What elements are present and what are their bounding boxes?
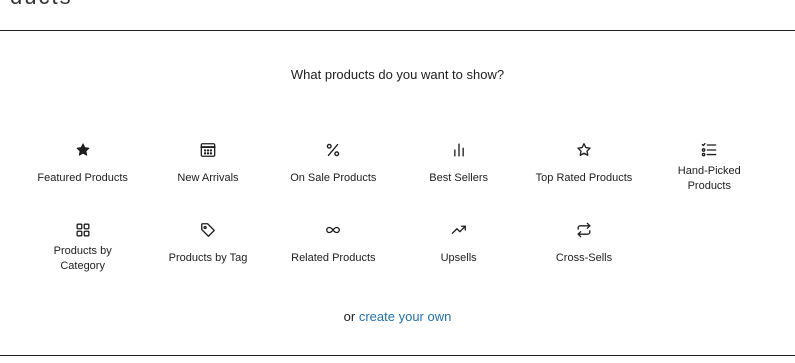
tag-icon [196,218,220,242]
category-grid-icon [71,218,95,242]
top-divider [0,30,795,31]
option-top-rated-products[interactable]: Top Rated Products [521,138,646,218]
option-upsells[interactable]: Upsells [396,218,521,298]
repeat-arrows-icon [572,218,596,242]
options-grid: Featured Products New Arrivals On Sale P… [20,138,772,298]
option-new-arrivals[interactable]: New Arrivals [145,138,270,218]
option-hand-picked-products[interactable]: Hand-Picked Products [647,138,772,218]
heading-remnant: ducts [10,0,73,8]
calendar-icon [196,138,220,162]
option-label: Products by Tag [168,252,248,264]
option-label: Featured Products [37,172,128,184]
question-text: What products do you want to show? [290,67,505,82]
checklist-icon [697,138,721,162]
option-featured-products[interactable]: Featured Products [20,138,145,218]
bottom-divider [0,355,795,356]
option-label: On Sale Products [290,172,377,184]
percent-icon [321,138,345,162]
option-label: Products by Category [53,245,112,272]
option-related-products[interactable]: Related Products [271,218,396,298]
product-collection-chooser: ducts What products do you want to show?… [0,0,795,363]
option-label: Hand-Picked Products [677,165,741,192]
option-cross-sells[interactable]: Cross-Sells [521,218,646,298]
star-filled-icon [71,138,95,162]
option-label: Cross-Sells [555,252,613,264]
trending-up-icon [447,218,471,242]
create-your-own-link[interactable]: create your own [359,309,452,324]
option-label: Best Sellers [429,172,488,184]
option-label: Related Products [291,252,376,264]
star-outline-icon [572,138,596,162]
option-label: Upsells [440,252,477,264]
option-best-sellers[interactable]: Best Sellers [396,138,521,218]
option-label: New Arrivals [177,172,239,184]
infinity-link-icon [321,218,345,242]
option-products-by-tag[interactable]: Products by Tag [145,218,270,298]
create-own-line: or create your own [0,309,795,324]
option-label: Top Rated Products [535,172,633,184]
footer-prefix: or [343,309,356,324]
option-products-by-category[interactable]: Products by Category [20,218,145,298]
bar-chart-icon [447,138,471,162]
option-on-sale-products[interactable]: On Sale Products [271,138,396,218]
